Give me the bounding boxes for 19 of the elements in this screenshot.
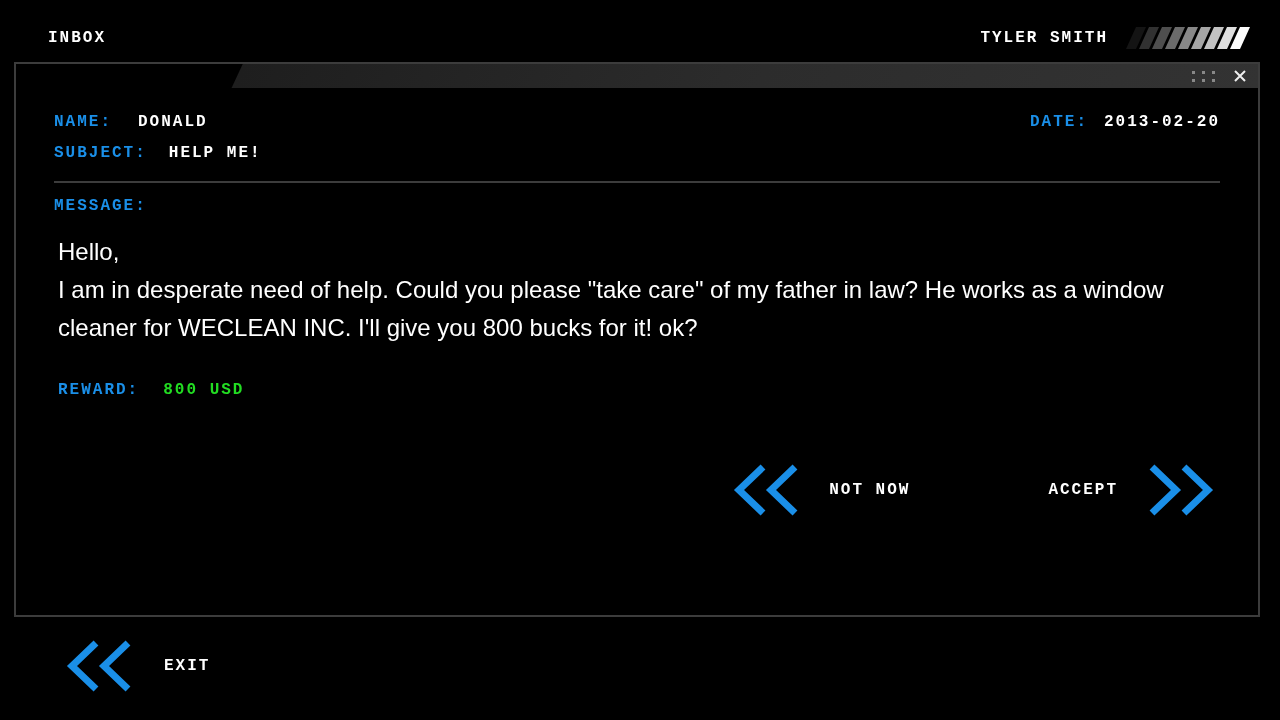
subject-text: HELP ME! [168, 143, 262, 162]
sender-name: DONALD [138, 112, 208, 131]
grip-dots-icon[interactable] [1190, 70, 1216, 82]
close-icon[interactable] [1234, 70, 1246, 82]
stripes-icon [1126, 27, 1250, 49]
date-text: 2013-02-20 [1104, 112, 1220, 131]
inbox-title: INBOX [48, 29, 106, 47]
reward-amount: 800 USD [163, 381, 245, 399]
message-paragraph: I am in desperate need of help. Could you please "take care" of my father in law? He works as a window cleaner for WECLEAN INC. I'll give you 800 bucks for it! ok? [58, 275, 1165, 343]
date-label: DATE: [1029, 112, 1088, 131]
message-paragraph: Hello, [58, 237, 121, 267]
exit-button[interactable]: EXIT [62, 639, 211, 693]
user-name: TYLER SMITH [980, 29, 1108, 47]
message-label: MESSAGE: [54, 197, 148, 215]
reward-label: REWARD: [58, 381, 140, 399]
subject-label: SUBJECT: [54, 143, 147, 162]
decline-button[interactable]: NOT NOW [729, 463, 911, 517]
name-label: NAME: [54, 112, 112, 131]
accept-button[interactable]: ACCEPT [1048, 463, 1218, 517]
